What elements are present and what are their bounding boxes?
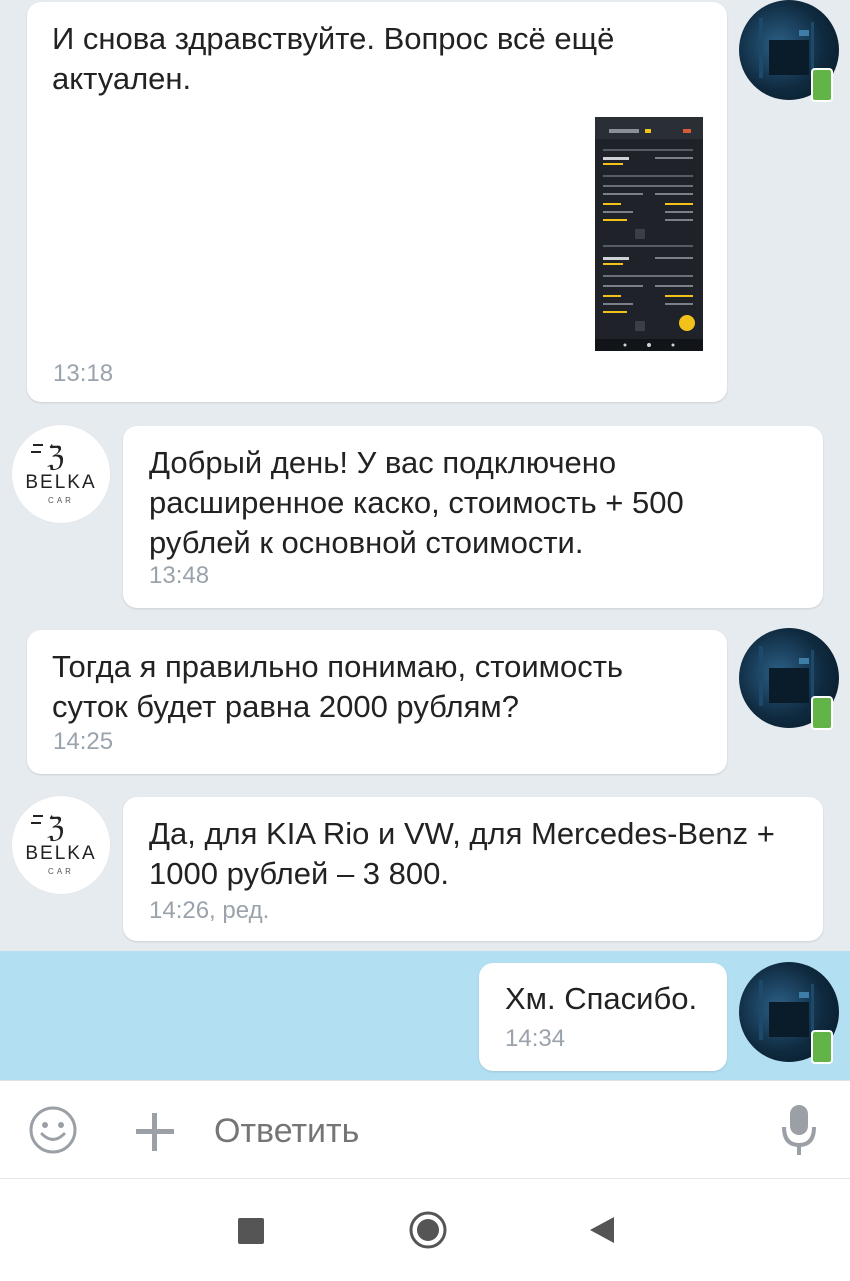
message-time: 14:26, ред. — [149, 897, 270, 924]
belka-car-avatar[interactable]: ℨ BELKA CAR — [11, 795, 111, 895]
message-text: Добрый день! У вас подключено расширенно… — [149, 445, 684, 560]
microphone-icon[interactable] — [778, 1103, 820, 1159]
svg-text:ℨ: ℨ — [47, 811, 64, 844]
mobile-online-icon — [811, 1030, 833, 1064]
message-text: Хм. Спасибо. — [505, 981, 698, 1016]
message-time: 13:48 — [149, 562, 210, 589]
chat-history: И снова здравствуйте. Вопрос всё ещё акт… — [0, 0, 850, 1080]
message-text: И снова здравствуйте. Вопрос всё ещё акт… — [52, 21, 615, 96]
attached-screenshot-thumbnail[interactable] — [595, 117, 703, 351]
message-text: Да, для KIA Rio и VW, для Mercedes-Benz … — [149, 816, 775, 891]
plus-icon[interactable] — [134, 1111, 176, 1153]
belka-car-avatar[interactable]: ℨ BELKA CAR — [11, 424, 111, 524]
message-text: Тогда я правильно понимаю, стоимость сут… — [52, 649, 624, 724]
belka-logo-subtext: CAR — [48, 867, 74, 876]
mobile-online-icon — [811, 68, 833, 102]
emoji-icon[interactable] — [28, 1105, 78, 1155]
message-bubble-incoming[interactable]: Добрый день! У вас подключено расширенно… — [123, 426, 823, 608]
message-time: 14:34 — [505, 1025, 566, 1052]
circle-icon[interactable] — [408, 1210, 448, 1250]
message-composer — [0, 1080, 850, 1179]
screenshot-image — [595, 117, 703, 351]
belka-logo-subtext: CAR — [48, 496, 74, 505]
belka-logo-text: BELKA — [25, 472, 97, 493]
message-bubble-incoming[interactable]: Да, для KIA Rio и VW, для Mercedes-Benz … — [123, 797, 823, 941]
belka-logo-text: BELKA — [25, 843, 97, 864]
message-time: 13:18 — [53, 360, 114, 387]
svg-text:ℨ: ℨ — [47, 440, 64, 473]
triangle-back-icon[interactable] — [588, 1215, 616, 1245]
message-time: 14:25 — [53, 728, 114, 755]
square-icon[interactable] — [238, 1218, 264, 1244]
reply-input[interactable] — [212, 1103, 756, 1159]
message-bubble-outgoing[interactable]: Хм. Спасибо. 14:34 — [479, 963, 727, 1071]
system-navigation-bar — [0, 1178, 850, 1281]
message-bubble-outgoing[interactable]: И снова здравствуйте. Вопрос всё ещё акт… — [27, 2, 727, 402]
message-bubble-outgoing[interactable]: Тогда я правильно понимаю, стоимость сут… — [27, 630, 727, 774]
mobile-online-icon — [811, 696, 833, 730]
